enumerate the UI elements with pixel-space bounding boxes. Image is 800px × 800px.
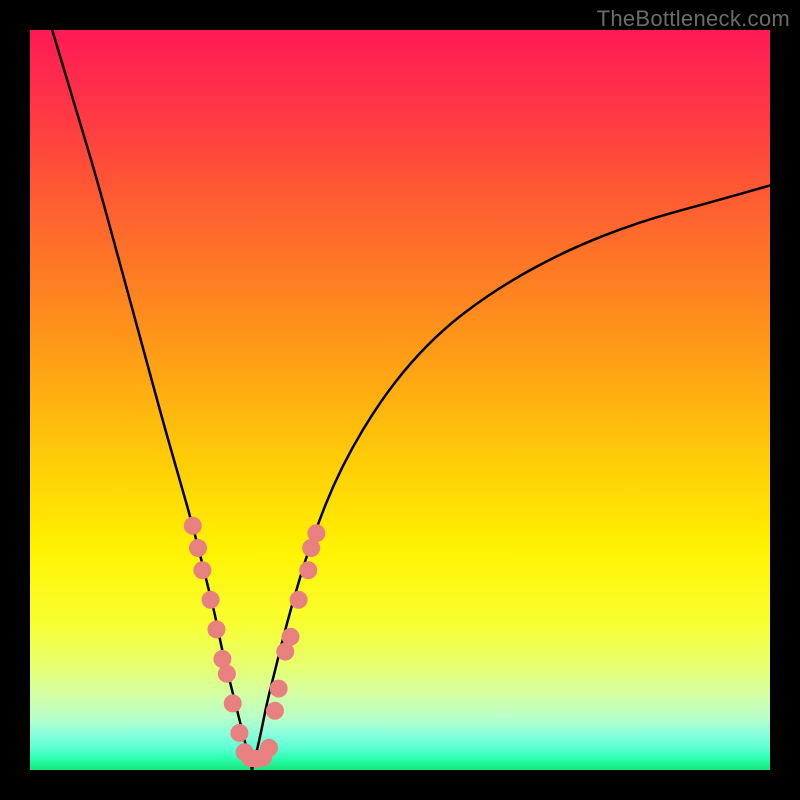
data-marker <box>218 665 236 683</box>
chart-svg <box>30 30 770 770</box>
data-marker <box>193 561 211 579</box>
curve-right <box>252 185 770 770</box>
marker-group <box>184 517 326 768</box>
data-marker <box>207 620 225 638</box>
data-marker <box>189 539 207 557</box>
data-marker <box>184 517 202 535</box>
data-marker <box>260 739 278 757</box>
chart-frame: TheBottleneck.com <box>0 0 800 800</box>
data-marker <box>224 694 242 712</box>
data-marker <box>266 702 284 720</box>
plot-area <box>30 30 770 770</box>
data-marker <box>230 724 248 742</box>
data-marker <box>202 591 220 609</box>
data-marker <box>270 680 288 698</box>
data-marker <box>307 524 325 542</box>
data-marker <box>290 591 308 609</box>
data-marker <box>299 561 317 579</box>
watermark-text: TheBottleneck.com <box>597 6 790 32</box>
data-marker <box>281 628 299 646</box>
curve-group <box>52 30 770 770</box>
